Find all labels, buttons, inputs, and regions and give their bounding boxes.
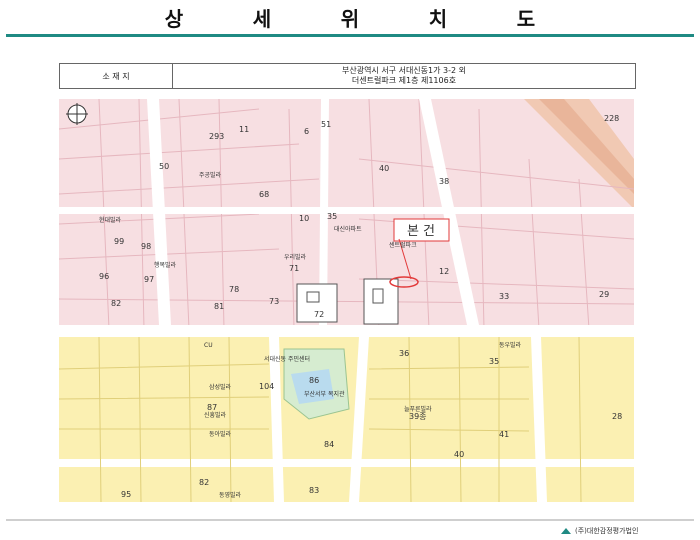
lot-number: 78 [229,285,239,294]
lot-number: 38 [439,177,449,186]
company-logo: (주)대한감정평가법인 [560,524,638,538]
lot-number: 87 [207,403,217,412]
lot-number: 28 [612,412,622,421]
lot-number: 99 [114,237,124,246]
place-name: CU [204,342,213,349]
lot-number: 40 [454,450,464,459]
lot-number: 104 [259,382,274,391]
place-name: 동우빌라 [499,341,522,349]
lot-number: 95 [121,490,131,499]
lot-number: 50 [159,162,169,171]
place-name: 현대빌라 [99,216,122,224]
map-canvas: 51 11 6 228 293 50 40 38 68 35 10 98 99 97 96 71 78 73 72 1… [59,99,634,502]
place-name: 늘푸른빌라 [404,405,432,413]
lot-number: 29 [599,290,609,299]
lot-number: 228 [604,114,619,123]
place-name: 서대신동 주민센터 [264,355,310,363]
location-value: 부산광역시 서구 서대신동1가 3-2 외 더센트럴파크 제1층 제1106호 [173,64,635,88]
place-name: 우리빌라 [284,253,307,261]
address-line-1: 부산광역시 서구 서대신동1가 3-2 외 [341,66,466,75]
place-name: 센트럴파크 [389,241,417,249]
lot-number: 73 [269,297,279,306]
location-table: 소 재 지 부산광역시 서구 서대신동1가 3-2 외 더센트럴파크 제1층 제… [59,63,636,89]
lot-number: 6 [304,127,309,136]
lot-number: 97 [144,275,154,284]
place-name: 삼성빌라 [209,383,232,391]
commercial-zone [59,334,634,502]
place-name: 대신아파트 [334,225,362,233]
title-char: 위 [340,6,360,31]
lot-number: 98 [141,242,151,251]
lot-number: 10 [299,214,309,223]
company-logo-icon [561,528,571,534]
lot-number: 35 [327,212,337,221]
lot-number: 51 [321,120,331,129]
lot-number: 96 [99,272,109,281]
lot-number: 36 [399,349,409,358]
target-label: 본 건 [407,224,435,239]
page-title: 상 세 위 치 도 [0,0,700,34]
place-name: 동아빌라 [209,430,232,438]
lot-number: 82 [111,299,121,308]
place-name: 신흥빌라 [204,411,227,419]
lot-number: 33 [499,292,509,301]
title-char: 세 [252,6,272,31]
place-name: 행복빌라 [154,261,177,269]
lot-number: 81 [214,302,224,311]
lot-number: 82 [199,478,209,487]
title-char: 상 [164,6,184,31]
lot-number: 12 [439,267,449,276]
lot-number: 71 [289,264,299,273]
lot-number: 84 [324,440,334,449]
lot-number: 35 [489,357,499,366]
lot-number: 86 [309,376,319,385]
title-divider [6,34,694,37]
lot-number: 39종 [409,412,427,421]
lot-number: 293 [209,132,224,141]
company-name: (주)대한감정평가법인 [575,527,639,535]
place-name: 주공빌라 [199,171,222,179]
place-name: 부산서부 복지관 [304,390,345,398]
lot-number: 11 [239,125,249,134]
place-name: 동영빌라 [219,491,242,499]
lot-number: 72 [314,310,324,319]
lot-number: 41 [499,430,509,439]
title-char: 도 [516,6,536,31]
address-line-2: 더센트럴파크 제1층 제1106호 [351,76,457,85]
lot-number: 40 [379,164,389,173]
footer-divider [6,519,694,521]
lot-number: 68 [259,190,269,199]
detail-location-map[interactable]: 51 11 6 228 293 50 40 38 68 35 10 98 99 97 96 71 78 73 72 1… [59,99,634,502]
location-label: 소 재 지 [60,64,173,88]
lot-number: 83 [309,486,319,495]
title-char: 치 [428,6,448,31]
